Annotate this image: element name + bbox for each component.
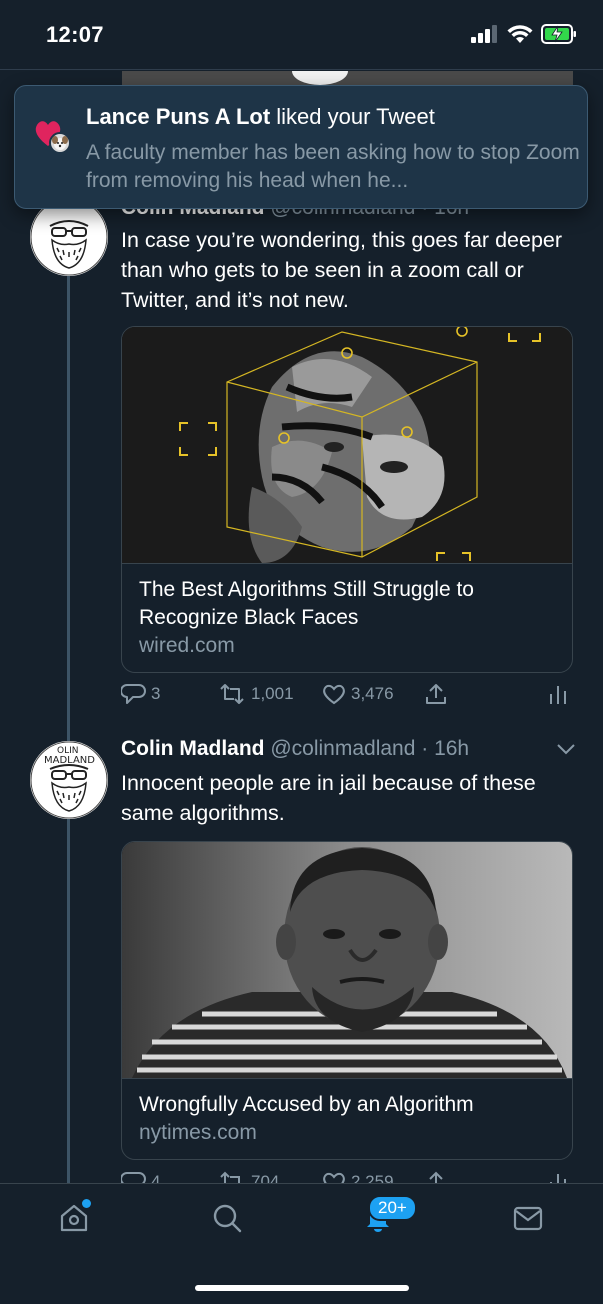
home-indicator[interactable]	[195, 1285, 409, 1291]
card-domain: wired.com	[139, 634, 235, 657]
card-image	[122, 842, 572, 1078]
avatar-illustration: OLIN MADLAND	[30, 741, 108, 819]
analytics-button[interactable]	[547, 1170, 569, 1183]
liker-avatar	[49, 132, 71, 154]
like-button[interactable]: 2,259	[321, 1170, 394, 1183]
reply-icon	[121, 684, 146, 704]
reply-button[interactable]: 4	[121, 1170, 160, 1183]
dog-avatar-icon	[52, 136, 68, 150]
link-card[interactable]: Wrongfully Accused by an Algorithm nytim…	[121, 841, 573, 1160]
battery-charging-icon	[541, 24, 576, 44]
new-tweets-dot	[82, 1199, 91, 1208]
tweet-actions: 4 704 2,259	[121, 1170, 573, 1183]
card-image-photo	[122, 842, 572, 1078]
search-icon	[213, 1204, 242, 1233]
notification-title: Lance Puns A Lot liked your Tweet	[86, 103, 581, 131]
notification-preview: A faculty member has been asking how to …	[86, 141, 580, 192]
reply-count: 4	[151, 1172, 161, 1183]
chevron-down-icon[interactable]	[555, 742, 577, 756]
card-domain: nytimes.com	[139, 1121, 257, 1144]
like-count: 2,259	[351, 1172, 394, 1183]
heart-icon	[323, 684, 345, 705]
share-icon	[429, 1171, 443, 1183]
nav-messages[interactable]	[512, 1202, 544, 1239]
notification-text: Lance Puns A Lot liked your Tweet A facu…	[86, 103, 581, 195]
notifications-badge: 20+	[368, 1195, 417, 1221]
notification-action: liked your Tweet	[270, 104, 435, 129]
retweet-count: 1,001	[251, 684, 294, 703]
status-bar: 12:07	[0, 0, 603, 70]
share-button[interactable]	[423, 1170, 449, 1183]
cellular-signal-icon	[471, 25, 497, 43]
mail-icon	[513, 1206, 543, 1231]
wifi-icon	[507, 25, 533, 43]
card-title: The Best Algorithms Still Struggle to Re…	[139, 578, 474, 629]
retweet-button[interactable]: 704	[217, 1170, 279, 1183]
reply-icon	[121, 1172, 146, 1183]
tweet-actions: 3 1,001 3,476	[121, 682, 573, 712]
status-time: 12:07	[46, 22, 104, 47]
card-body: The Best Algorithms Still Struggle to Re…	[122, 563, 572, 672]
avatar[interactable]: OLIN MADLAND	[30, 741, 108, 819]
retweet-count: 704	[251, 1172, 280, 1183]
retweet-icon	[220, 684, 244, 704]
analytics-icon	[550, 686, 566, 704]
reply-count: 3	[151, 684, 161, 703]
like-button[interactable]: 3,476	[321, 682, 394, 706]
status-icons	[471, 24, 577, 44]
card-body: Wrongfully Accused by an Algorithm nytim…	[122, 1078, 572, 1159]
notification-user: Lance Puns A Lot	[86, 104, 271, 129]
analytics-icon	[550, 1174, 566, 1183]
tweet-author-name[interactable]: Colin Madland	[121, 737, 265, 760]
link-card[interactable]: The Best Algorithms Still Struggle to Re…	[121, 326, 573, 673]
thread-connector-line	[67, 200, 70, 1185]
heart-icon	[323, 1172, 345, 1183]
card-image-artwork	[122, 327, 572, 563]
like-count: 3,476	[351, 684, 394, 703]
share-button[interactable]	[423, 682, 449, 706]
card-image	[122, 327, 572, 563]
card-title: Wrongfully Accused by an Algorithm	[139, 1093, 474, 1116]
tweet-author-handle: @colinmadland · 16h	[270, 737, 470, 760]
avatar[interactable]	[30, 198, 108, 276]
nav-search[interactable]	[211, 1202, 243, 1239]
reply-button[interactable]: 3	[121, 682, 160, 706]
tweet-header: Colin Madland @colinmadland · 16h	[121, 737, 469, 761]
avatar-illustration	[30, 198, 108, 276]
tweet-text: In case you’re wondering, this goes far …	[121, 228, 563, 312]
analytics-button[interactable]	[547, 682, 569, 706]
notification-banner[interactable]: Lance Puns A Lot liked your Tweet A facu…	[14, 85, 588, 209]
retweet-icon	[220, 1171, 240, 1183]
retweet-button[interactable]: 1,001	[217, 682, 294, 706]
share-icon	[426, 684, 446, 704]
tweet-text: Innocent people are in jail because of t…	[121, 771, 536, 825]
